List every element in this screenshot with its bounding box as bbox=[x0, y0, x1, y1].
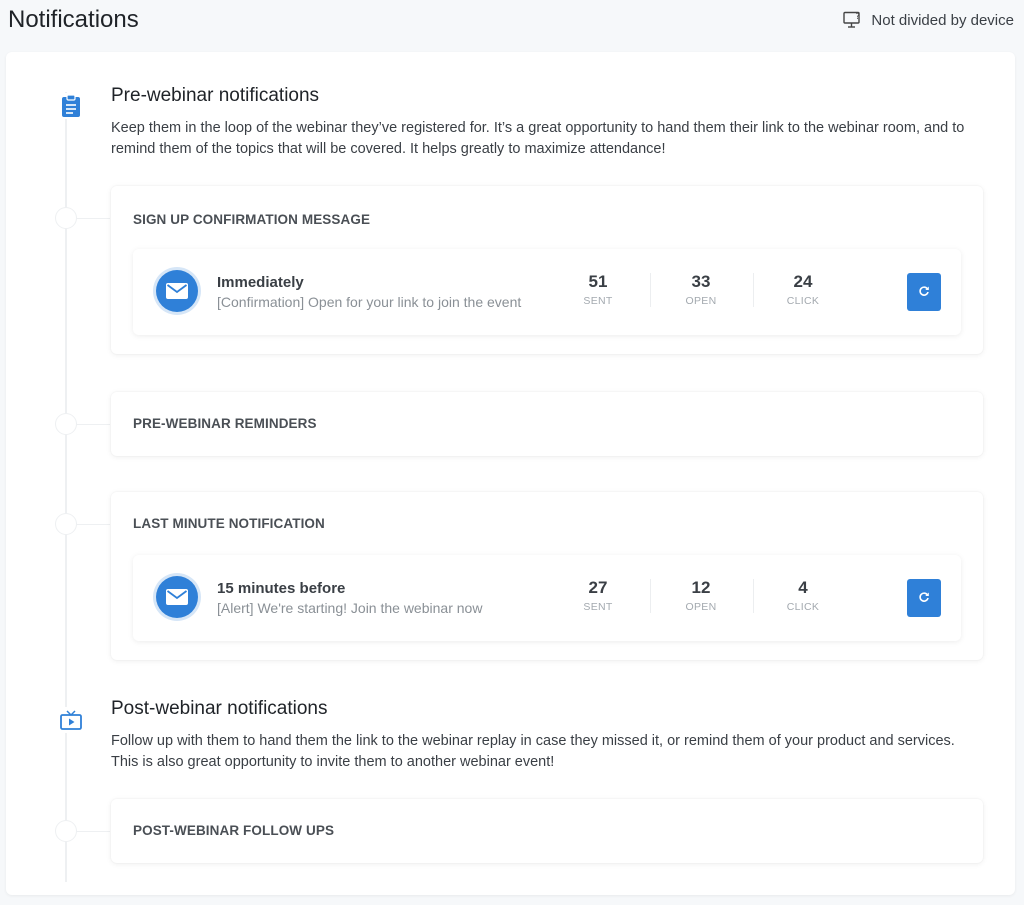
card-title: POST-WEBINAR FOLLOW UPS bbox=[133, 823, 335, 838]
stat-value: 4 bbox=[798, 578, 808, 597]
tl-dot bbox=[56, 414, 76, 434]
clipboard-icon bbox=[58, 93, 84, 119]
stat-label: CLICK bbox=[786, 295, 820, 307]
stat-divider bbox=[650, 273, 651, 307]
stat-click: 24 CLICK bbox=[768, 272, 838, 307]
device-note[interactable]: ? Not divided by device bbox=[843, 11, 1014, 29]
tl-connector bbox=[76, 831, 110, 832]
stat-open: 12 OPEN bbox=[666, 578, 736, 613]
refresh-button[interactable] bbox=[907, 579, 941, 617]
card-title: LAST MINUTE NOTIFICATION bbox=[133, 516, 325, 531]
section-description-pre-webinar: Keep them in the loop of the webinar the… bbox=[111, 120, 965, 157]
stat-divider bbox=[753, 579, 754, 613]
stat-value: 51 bbox=[588, 272, 608, 291]
stat-label: OPEN bbox=[685, 295, 717, 307]
tl-dot bbox=[56, 208, 76, 228]
stat-open: 33 OPEN bbox=[666, 272, 736, 307]
card-title: SIGN UP CONFIRMATION MESSAGE bbox=[133, 212, 371, 227]
stat-label: SENT bbox=[583, 601, 613, 613]
stat-click: 4 CLICK bbox=[768, 578, 838, 613]
stat-sent: 51 SENT bbox=[563, 272, 633, 307]
stat-value: 12 bbox=[691, 578, 711, 597]
tl-connector bbox=[76, 424, 110, 425]
stat-divider bbox=[650, 579, 651, 613]
refresh-icon bbox=[918, 285, 930, 300]
device-note-label: Not divided by device bbox=[871, 11, 1014, 29]
tv-play-icon bbox=[58, 707, 84, 733]
message-timing: Immediately bbox=[217, 274, 304, 291]
message-row[interactable]: 15 minutes before [Alert] We're starting… bbox=[133, 555, 961, 641]
message-subject: [Confirmation] Open for your link to joi… bbox=[217, 294, 522, 310]
section-title-pre-webinar: Pre-webinar notifications bbox=[111, 85, 320, 106]
section-description-post-webinar: Follow up with them to hand them the lin… bbox=[111, 733, 955, 770]
card-post-webinar-follow-ups[interactable]: POST-WEBINAR FOLLOW UPS bbox=[111, 799, 983, 863]
tl-connector bbox=[76, 218, 110, 219]
card-pre-webinar-reminders[interactable]: PRE-WEBINAR REMINDERS bbox=[111, 392, 983, 456]
card-signup-confirmation: SIGN UP CONFIRMATION MESSAGE Immediately… bbox=[111, 186, 983, 354]
tl-connector bbox=[76, 524, 110, 525]
stat-divider bbox=[753, 273, 754, 307]
email-icon bbox=[156, 576, 198, 618]
refresh-button[interactable] bbox=[907, 273, 941, 311]
monitor-question-icon: ? bbox=[843, 11, 863, 29]
svg-text:?: ? bbox=[856, 12, 860, 21]
tl-dot bbox=[56, 514, 76, 534]
refresh-icon bbox=[918, 591, 930, 606]
email-icon bbox=[156, 270, 198, 312]
card-title: PRE-WEBINAR REMINDERS bbox=[133, 416, 317, 431]
page-title: Notifications bbox=[8, 6, 139, 33]
stat-label: OPEN bbox=[685, 601, 717, 613]
section-title-post-webinar: Post-webinar notifications bbox=[111, 698, 328, 719]
tl-dot bbox=[56, 821, 76, 841]
stat-value: 27 bbox=[588, 578, 608, 597]
message-timing: 15 minutes before bbox=[217, 580, 346, 597]
stat-sent: 27 SENT bbox=[563, 578, 633, 613]
stat-label: CLICK bbox=[786, 601, 820, 613]
message-row[interactable]: Immediately [Confirmation] Open for your… bbox=[133, 249, 961, 335]
stat-value: 24 bbox=[793, 272, 813, 291]
card-last-minute-notification: LAST MINUTE NOTIFICATION 15 minutes befo… bbox=[111, 492, 983, 660]
stat-label: SENT bbox=[583, 295, 613, 307]
stat-value: 33 bbox=[691, 272, 711, 291]
notifications-panel: Pre-webinar notifications Keep them in t… bbox=[6, 52, 1015, 895]
message-subject: [Alert] We're starting! Join the webinar… bbox=[217, 600, 483, 616]
